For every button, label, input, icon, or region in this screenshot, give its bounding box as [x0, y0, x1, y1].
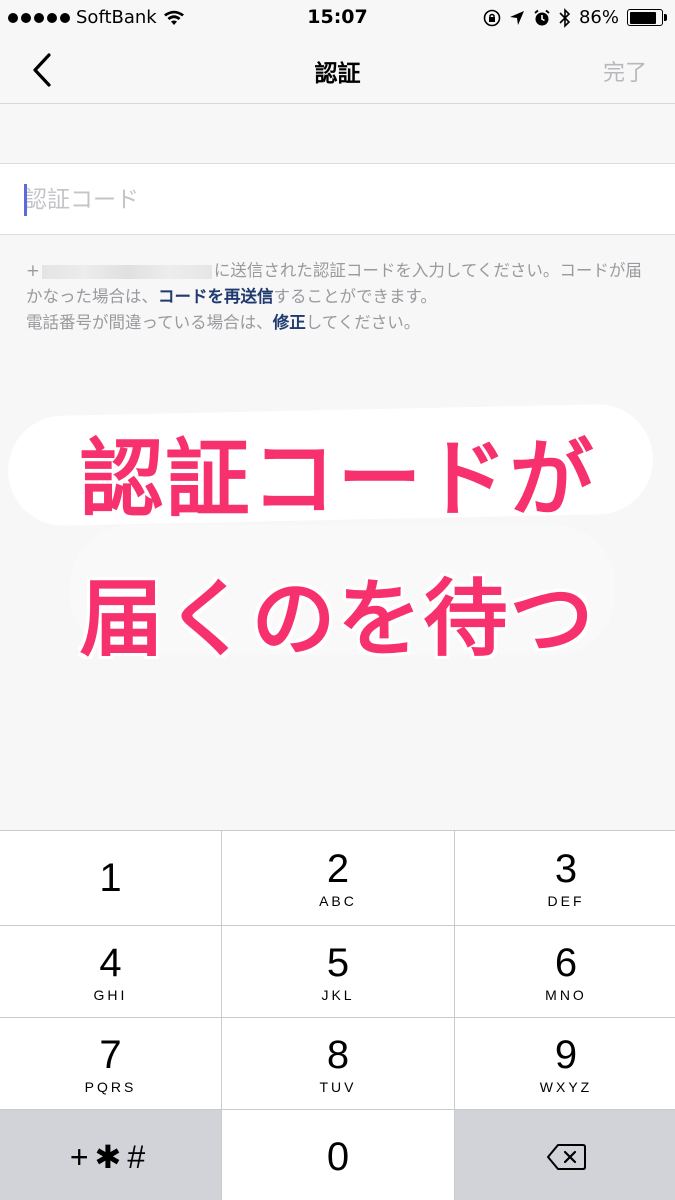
- battery-percent: 86%: [578, 7, 619, 28]
- key-0[interactable]: 0: [222, 1110, 454, 1200]
- verification-code-row: [0, 163, 675, 235]
- key-9[interactable]: 9 WXYZ: [455, 1018, 675, 1109]
- key-letters: GHI: [93, 986, 128, 1003]
- key-6[interactable]: 6 MNO: [455, 926, 675, 1017]
- key-digit: 1: [99, 856, 122, 900]
- key-4[interactable]: 4 GHI: [0, 926, 221, 1017]
- page-title: 認証: [314, 61, 361, 87]
- key-digit: 4: [99, 940, 122, 985]
- backspace-icon: [547, 1144, 586, 1170]
- location-icon: [509, 10, 524, 25]
- key-3[interactable]: 3 DEF: [455, 831, 675, 925]
- key-8[interactable]: 8 TUV: [222, 1018, 454, 1109]
- key-digit: 0: [326, 1135, 350, 1179]
- key-digit: 7: [99, 1032, 122, 1077]
- battery-level: [629, 11, 657, 24]
- key-letters: ABC: [319, 893, 357, 909]
- numeric-keypad: 1 2 ABC 3 DEF 4 GHI 5 JKL 6 MNO 7 PQRS 8 TUV 9W…: [0, 830, 675, 1200]
- key-letters: PQRS: [84, 1078, 137, 1095]
- key-digit: 9: [554, 1032, 578, 1077]
- bluetooth-icon: [559, 7, 571, 28]
- done-button[interactable]: 完了: [603, 55, 647, 87]
- key-letters: WXYZ: [539, 1078, 593, 1095]
- status-right: 86%: [483, 7, 667, 28]
- overlay-caption-line1: 認証コードが: [79, 430, 596, 528]
- key-7[interactable]: 7 PQRS: [0, 1018, 221, 1109]
- key-letters: DEF: [547, 893, 585, 909]
- battery-icon: [627, 9, 667, 26]
- edit-phone-link[interactable]: 修正: [273, 313, 306, 332]
- key-digit: 5: [326, 940, 350, 985]
- info-line2: することができます。: [273, 287, 437, 306]
- key-digit: 6: [554, 940, 578, 985]
- key-letters: MNO: [545, 986, 587, 1003]
- rotation-lock-icon: [483, 9, 501, 26]
- info-text: + に送信された認証コードを入力してください。コードが届かなった場合は、コードを再…: [26, 258, 656, 336]
- resend-code-link[interactable]: コードを再送信: [158, 287, 274, 306]
- key-digit: 2: [326, 847, 350, 891]
- delete-button[interactable]: [455, 1110, 675, 1200]
- status-bar: SoftBank 15:07 86%: [0, 0, 675, 36]
- info-line3: 電話番号が間違っている場合は、: [26, 313, 273, 332]
- key-5[interactable]: 5 JKL: [222, 926, 454, 1017]
- alarm-icon: [534, 9, 550, 25]
- text-caret: [24, 184, 27, 216]
- phone-prefix: +: [26, 261, 40, 280]
- key-1[interactable]: 1: [0, 831, 221, 925]
- overlay-caption-line2: 届くのを待つ: [79, 570, 596, 668]
- verification-code-input[interactable]: [24, 178, 644, 222]
- key-letters: JKL: [321, 986, 355, 1003]
- key-digit: 8: [326, 1032, 350, 1077]
- key-symbols-label: +✱#: [69, 1139, 152, 1175]
- info-line3-tail: してください。: [305, 313, 421, 332]
- key-letters: TUV: [319, 1078, 357, 1095]
- key-digit: 3: [554, 847, 578, 891]
- navigation-bar: 認証 完了: [0, 36, 675, 104]
- masked-phone-number: [41, 264, 212, 279]
- key-symbols[interactable]: +✱#: [0, 1110, 221, 1200]
- key-2[interactable]: 2 ABC: [222, 831, 454, 925]
